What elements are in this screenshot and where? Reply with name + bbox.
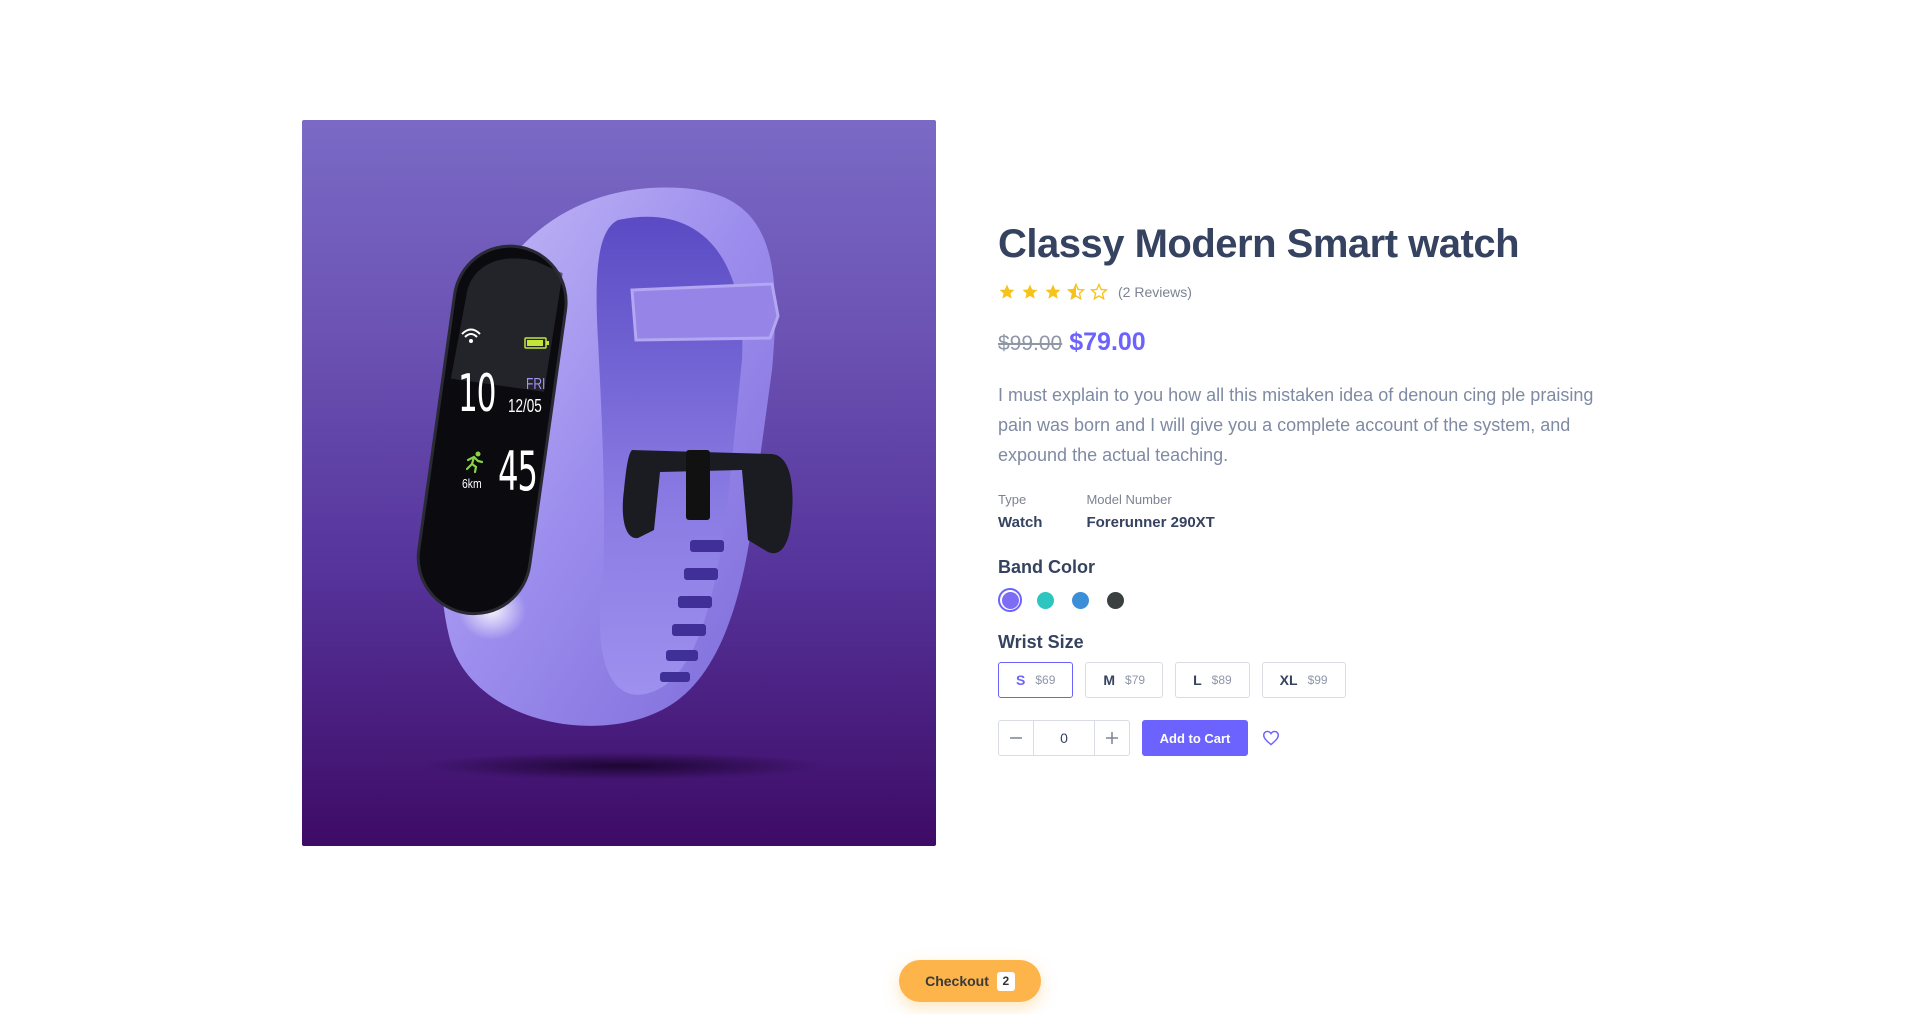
buckle-pin <box>686 450 710 520</box>
size-price: $69 <box>1035 673 1056 687</box>
wishlist-button[interactable] <box>1260 727 1282 749</box>
minus-icon <box>1010 737 1022 739</box>
band-color-charcoal[interactable] <box>1103 588 1127 612</box>
product-description: I must explain to you how all this mista… <box>998 385 1594 465</box>
color-swatch <box>1106 591 1124 609</box>
spec-value: Forerunner 290XT <box>1086 514 1215 531</box>
band-color-blue[interactable] <box>1068 588 1092 612</box>
product-rating: (2 Reviews) <box>998 283 1192 301</box>
spec-type: Type Watch <box>998 492 1042 531</box>
size-price: $79 <box>1125 673 1146 687</box>
heart-icon <box>1262 730 1280 746</box>
increase-quantity-button[interactable] <box>1095 721 1129 755</box>
smart-watch-illustration <box>416 187 822 780</box>
cart-count-badge: 2 <box>996 971 1015 991</box>
watch-steps: 45 <box>498 440 538 503</box>
star-icon <box>998 283 1016 301</box>
size-label: XL <box>1279 672 1298 688</box>
band-color-options <box>998 588 1138 612</box>
checkout-button[interactable]: Checkout 2 <box>899 960 1041 1002</box>
reviews-link[interactable]: (2 Reviews) <box>1118 284 1192 300</box>
half-star-icon <box>1067 283 1085 301</box>
size-label: M <box>1103 672 1116 688</box>
star-icon <box>1044 283 1062 301</box>
product-title: Classy Modern Smart watch <box>998 222 1520 266</box>
size-option-m[interactable]: M $79 <box>1085 662 1164 698</box>
cart-row: Add to Cart <box>998 720 1282 756</box>
spec-model-number: Model Number Forerunner 290XT <box>1086 492 1214 531</box>
spec-label: Model Number <box>1086 492 1172 507</box>
decrease-quantity-button[interactable] <box>999 721 1033 755</box>
add-to-cart-button[interactable]: Add to Cart <box>1142 720 1248 756</box>
band-color-purple[interactable] <box>998 588 1022 612</box>
wrist-size-heading: Wrist Size <box>998 632 1084 652</box>
band-color-teal[interactable] <box>1033 588 1057 612</box>
size-option-xl[interactable]: XL $99 <box>1261 662 1346 698</box>
watch-distance: 6km <box>462 476 482 491</box>
watch-day: FRI <box>526 376 546 393</box>
watch-hour: 10 <box>458 364 497 424</box>
product-image: 10 FRI 12/05 6km 45 <box>302 120 936 846</box>
price-row: $99.00 $79.00 <box>998 328 1146 357</box>
checkout-label: Checkout <box>925 973 989 989</box>
product-specs: Type Watch Model Number Forerunner 290XT <box>998 492 1259 531</box>
current-price: $79.00 <box>1069 328 1146 356</box>
old-price: $99.00 <box>998 332 1063 355</box>
size-label: L <box>1193 672 1202 688</box>
quantity-stepper <box>998 720 1130 756</box>
wrist-size-options: S $69 M $79 L $89 XL $99 <box>998 662 1358 698</box>
spec-value: Watch <box>998 514 1043 531</box>
band-color-heading: Band Color <box>998 557 1095 577</box>
plus-icon <box>1106 732 1118 744</box>
size-label: S <box>1016 672 1026 688</box>
size-price: $89 <box>1211 673 1232 687</box>
band-keeper <box>630 282 780 342</box>
size-option-s[interactable]: S $69 <box>998 662 1074 698</box>
color-swatch <box>1071 591 1089 609</box>
watch-shadow <box>422 752 822 780</box>
color-swatch <box>1036 591 1054 609</box>
color-swatch <box>1001 591 1019 609</box>
size-option-l[interactable]: L $89 <box>1175 662 1250 698</box>
quantity-input[interactable] <box>1033 721 1095 755</box>
empty-star-icon <box>1090 283 1108 301</box>
watch-date: 12/05 <box>508 396 542 416</box>
star-icon <box>1021 283 1039 301</box>
spec-label: Type <box>998 492 1027 507</box>
size-price: $99 <box>1307 673 1328 687</box>
